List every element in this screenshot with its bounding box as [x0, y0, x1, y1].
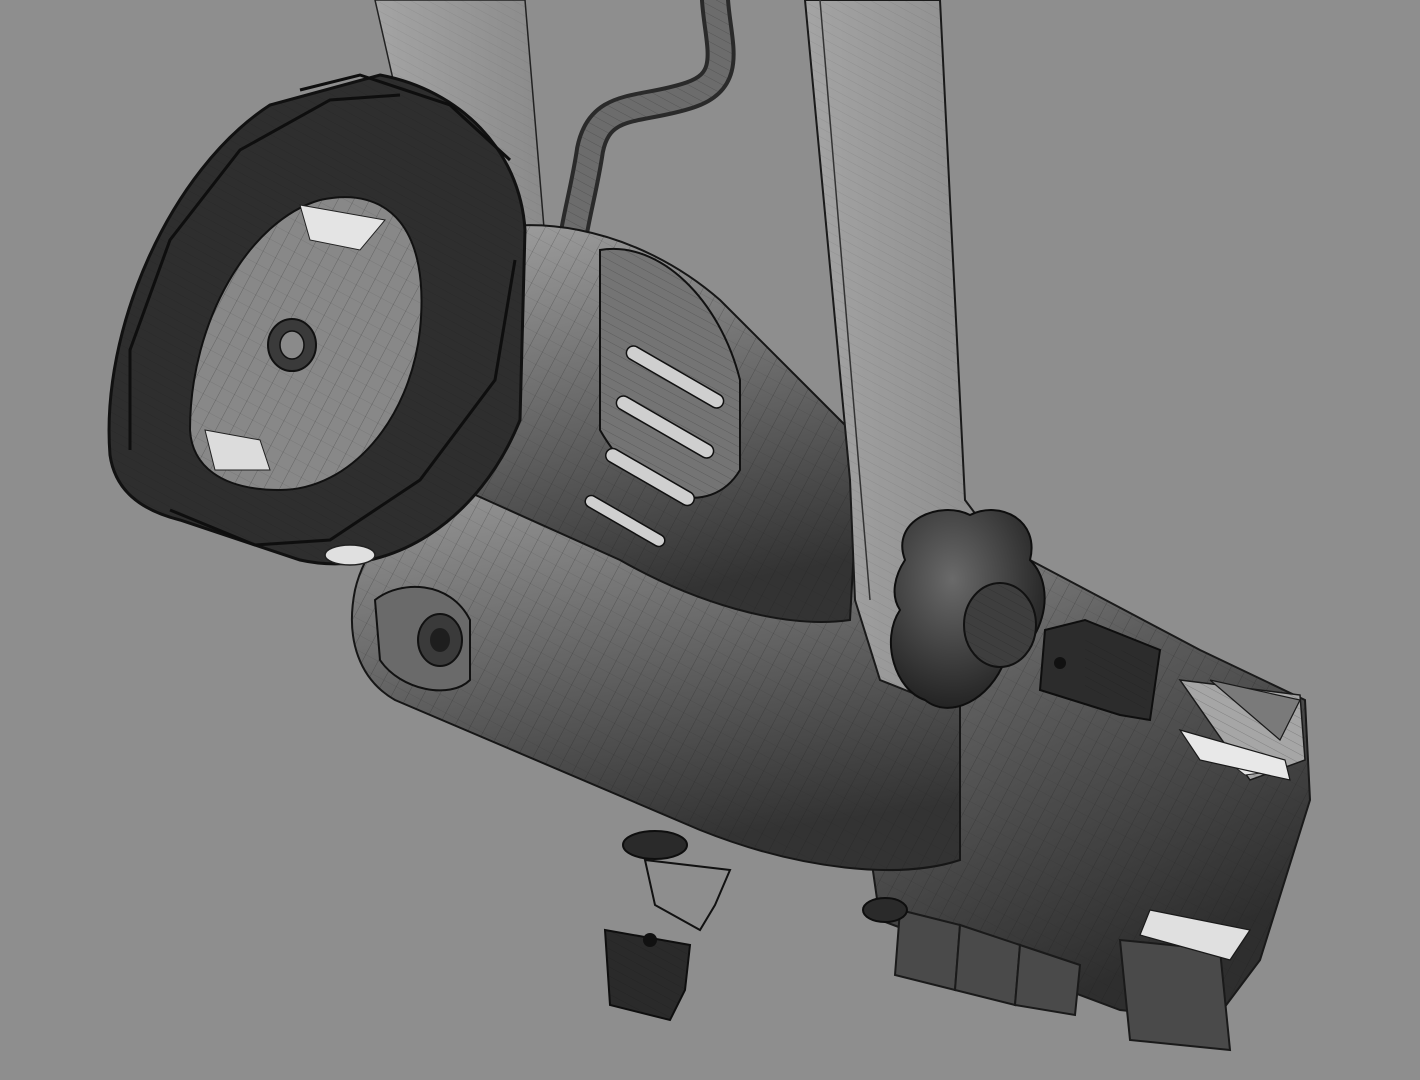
- gel-frame-holder: [107, 73, 527, 566]
- lens-focus-knob: [267, 318, 317, 372]
- 3d-viewport[interactable]: [0, 0, 1420, 1080]
- spotlight-model-render: [107, 0, 1312, 1052]
- pan-lock-knob[interactable]: [603, 830, 732, 1022]
- power-cable: [554, 0, 736, 260]
- tilt-lock-knob[interactable]: [862, 897, 908, 923]
